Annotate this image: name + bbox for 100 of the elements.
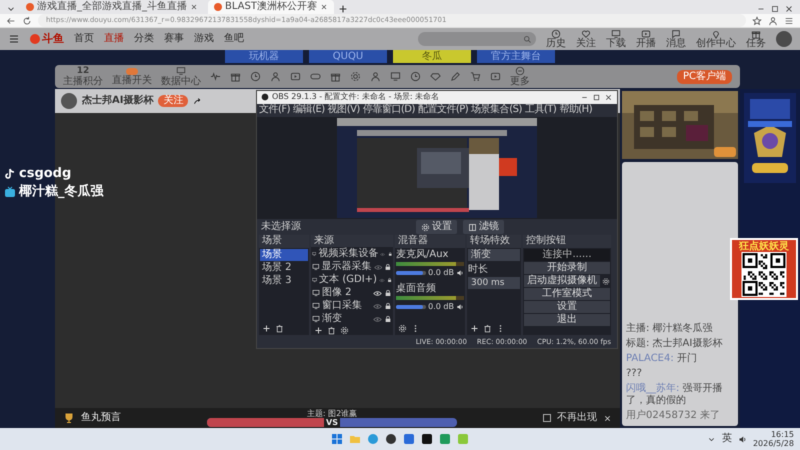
trash-icon[interactable] <box>275 324 284 334</box>
control-button[interactable]: 设置 <box>524 301 610 314</box>
clock-icon[interactable] <box>410 71 421 82</box>
clock-icon[interactable] <box>250 71 261 82</box>
lock-icon[interactable] <box>388 250 392 258</box>
streamer-banner[interactable]: 冬瓜 <box>393 50 471 63</box>
toolbar-item[interactable]: 数据中心 <box>161 66 201 87</box>
volume-slider[interactable] <box>396 305 426 310</box>
header-menu-item[interactable]: 创作中心 <box>696 29 736 49</box>
header-menu-item[interactable]: 下载 <box>606 29 626 49</box>
menu-item[interactable]: 编辑(E) <box>293 104 325 117</box>
menu-item[interactable]: 工具(T) <box>524 104 556 117</box>
share-icon[interactable] <box>193 96 202 106</box>
maximize-icon[interactable] <box>770 4 780 14</box>
search-icon[interactable] <box>523 34 532 44</box>
star-icon[interactable] <box>752 16 762 26</box>
nav-link[interactable]: 游戏 <box>194 33 214 45</box>
person-icon[interactable] <box>768 16 778 26</box>
scene-item[interactable]: 场景 3 <box>260 275 308 288</box>
close-icon[interactable] <box>190 3 198 11</box>
menu-item[interactable]: 帮助(H) <box>559 104 592 117</box>
chat-info: 标题: 杰士邦AI摄影杯 <box>626 338 724 350</box>
control-button[interactable]: 退出 <box>524 314 610 326</box>
source-item[interactable]: 图像 2 <box>322 287 371 300</box>
gift-icon[interactable] <box>330 71 341 82</box>
plus-icon[interactable] <box>338 4 348 14</box>
play-icon[interactable] <box>490 71 501 82</box>
toolbar-item[interactable]: 更多 <box>510 66 530 87</box>
diamond-icon[interactable] <box>430 71 441 82</box>
menu-item[interactable]: 场景集合(S) <box>471 104 522 117</box>
menu-icon[interactable] <box>784 16 794 26</box>
reload-icon[interactable] <box>22 16 32 26</box>
browser-tab[interactable]: BLAST澳洲杯公开赛 <box>208 0 334 14</box>
source-item[interactable]: 文本 (GDI+) <box>319 274 377 286</box>
speaker-icon[interactable] <box>456 303 464 312</box>
gift-icon[interactable] <box>230 71 241 82</box>
header-menu-item[interactable]: 关注 <box>576 29 596 49</box>
menu-item[interactable]: 停靠窗口(D) <box>362 104 415 117</box>
control-button[interactable]: 开始录制 <box>524 262 610 274</box>
volume-slider[interactable] <box>396 271 426 276</box>
close-icon[interactable] <box>784 4 794 14</box>
speaker-icon[interactable] <box>456 269 464 278</box>
waveform-icon[interactable] <box>210 71 221 82</box>
nav-link[interactable]: 赛事 <box>164 33 184 45</box>
header-menu-item[interactable]: 消息 <box>666 29 686 49</box>
cart-icon[interactable] <box>470 71 481 82</box>
control-button[interactable]: 工作室模式 <box>524 288 610 300</box>
menu-item[interactable]: 视图(V) <box>328 104 360 117</box>
header-menu-item[interactable]: 开播 <box>636 29 656 49</box>
nav-link[interactable]: 鱼吧 <box>224 33 244 45</box>
trash-icon[interactable] <box>327 326 336 336</box>
source-item[interactable]: 显示器采集 <box>322 261 372 274</box>
four-squares-icon[interactable] <box>331 433 343 445</box>
play-icon[interactable] <box>290 71 301 82</box>
monitor-icon[interactable] <box>390 71 401 82</box>
nav-link[interactable]: 首页 <box>74 33 94 45</box>
avatar[interactable] <box>776 31 792 47</box>
scene-item[interactable]: 场景 <box>260 249 308 262</box>
duration-field[interactable]: 300 ms <box>468 277 520 290</box>
lock-icon[interactable] <box>384 315 392 324</box>
close-icon[interactable] <box>320 3 328 11</box>
square-icon[interactable] <box>421 433 433 445</box>
menu-item[interactable]: 文件(F) <box>259 104 290 117</box>
back-arrow-icon[interactable] <box>6 16 16 26</box>
follow-button[interactable]: 关注 <box>158 95 188 107</box>
nav-link[interactable]: 分类 <box>134 33 154 45</box>
source-item[interactable]: 窗口采集 <box>322 300 371 312</box>
clock[interactable]: 16:15 2026/5/28 <box>752 430 794 448</box>
lock-icon[interactable] <box>386 276 392 284</box>
close-icon[interactable] <box>604 92 613 102</box>
eye-icon[interactable] <box>373 288 382 298</box>
source-item[interactable]: 视频采集设备 <box>318 248 378 260</box>
maximize-icon[interactable] <box>592 92 601 102</box>
source-item[interactable]: 渐变 <box>322 313 371 326</box>
checkbox[interactable] <box>543 414 551 422</box>
search-field[interactable] <box>418 32 536 46</box>
settings-button[interactable]: 设置 <box>416 220 457 234</box>
person-icon[interactable] <box>270 71 281 82</box>
speaker-icon[interactable] <box>738 434 747 444</box>
streamer-banner[interactable]: QUQU <box>309 50 387 63</box>
control-button[interactable]: 启动虚拟摄像机 <box>524 275 600 288</box>
transition-select[interactable]: 渐变 <box>468 249 520 262</box>
menu-icon[interactable] <box>8 33 20 45</box>
header-menu-item[interactable]: 任务 <box>746 29 766 49</box>
person-icon[interactable] <box>370 71 381 82</box>
trash-icon[interactable] <box>483 324 492 334</box>
lock-icon[interactable] <box>384 263 392 272</box>
lock-icon[interactable] <box>384 302 392 310</box>
filters-button[interactable]: 滤镜 <box>463 220 504 234</box>
circle-icon[interactable] <box>385 433 397 445</box>
lock-icon[interactable] <box>384 289 392 298</box>
input-method[interactable]: 英 <box>722 433 732 445</box>
dismiss-label[interactable]: 不再出现 <box>557 412 597 424</box>
client-button[interactable]: PC客户端 <box>676 70 732 84</box>
scene-item[interactable]: 场景 2 <box>260 262 308 274</box>
header-menu-item[interactable]: 历史 <box>546 29 566 49</box>
pencil-icon[interactable] <box>450 71 461 82</box>
menu-item[interactable]: 配置文件(P) <box>418 104 468 117</box>
streamer-banner[interactable]: 玩机器 <box>225 50 303 63</box>
streamer-banner[interactable]: 官方主舞台 <box>477 50 555 63</box>
